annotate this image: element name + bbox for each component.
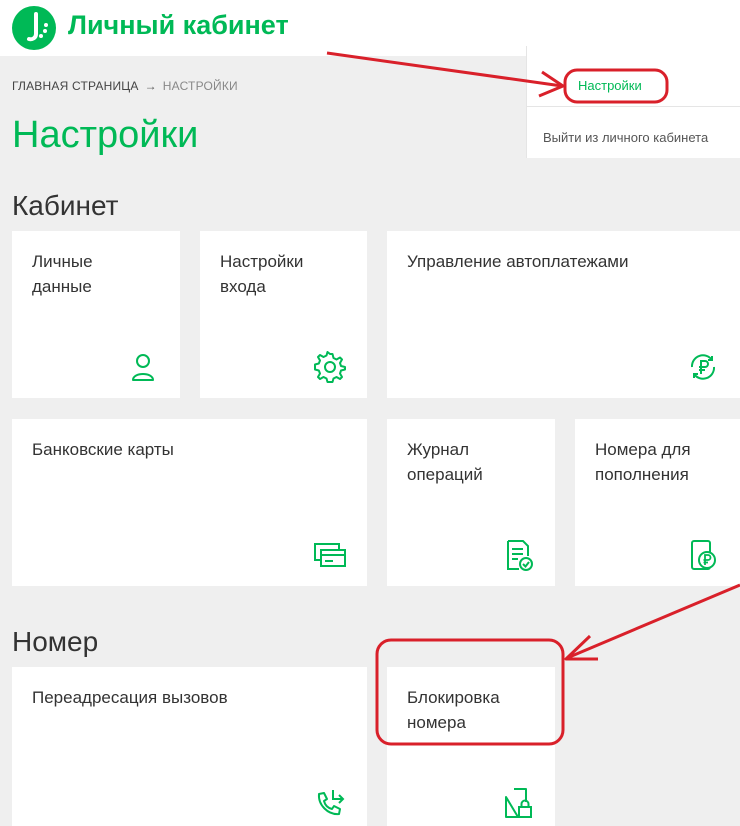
menu-item-logout[interactable]: Выйти из личного кабинета [543,130,708,145]
ruble-refresh-icon [686,350,720,384]
user-dropdown-menu: Настройки Выйти из личного кабинета [526,46,740,158]
tile-login-settings[interactable]: Настройки входа [200,231,367,398]
brand-title[interactable]: Личный кабинет [68,10,289,41]
breadcrumb-arrow: → [144,79,157,93]
annotation-arrow-to-block-number [566,583,740,660]
annotation-arrowhead-block-number [564,634,598,661]
section-title-number: Номер [12,626,99,657]
menu-item-settings[interactable]: Настройки [578,78,642,93]
breadcrumb-home-link[interactable]: ГЛАВНАЯ СТРАНИЦА [12,79,139,93]
page-title: Настройки [12,114,199,156]
tile-label: Настройки входа [220,252,304,296]
tile-label: Блокировка номера [407,688,500,732]
tile-block-number[interactable]: Блокировка номера [387,667,555,826]
sim-lock-icon [501,786,535,820]
phone-ruble-icon [686,538,720,572]
tile-topup-numbers[interactable]: Номера для пополнения [575,419,740,586]
tile-label: Банковские карты [32,440,174,459]
call-forward-icon [313,786,347,820]
tile-label: Номера для пополнения [595,440,691,484]
megafon-logo[interactable] [12,6,56,50]
section-title-cabinet: Кабинет [12,190,119,221]
tile-autopayments[interactable]: Управление автоплатежами [387,231,740,398]
tile-bank-cards[interactable]: Банковские карты [12,419,367,586]
document-check-icon [501,538,535,572]
tile-personal-data[interactable]: Личные данные [12,231,180,398]
cards-icon [313,538,347,572]
breadcrumb-current: НАСТРОЙКИ [162,79,238,93]
tile-label: Личные данные [32,252,93,296]
tile-label: Переадресация вызовов [32,688,228,707]
tile-operations-log[interactable]: Журнал операций [387,419,555,586]
tile-label: Журнал операций [407,440,483,484]
breadcrumb: ГЛАВНАЯ СТРАНИЦА → НАСТРОЙКИ [12,79,238,93]
user-icon [126,350,160,384]
gear-icon [313,350,347,384]
tile-label: Управление автоплатежами [407,252,629,271]
menu-divider [527,106,740,107]
tile-call-forwarding[interactable]: Переадресация вызовов [12,667,367,826]
